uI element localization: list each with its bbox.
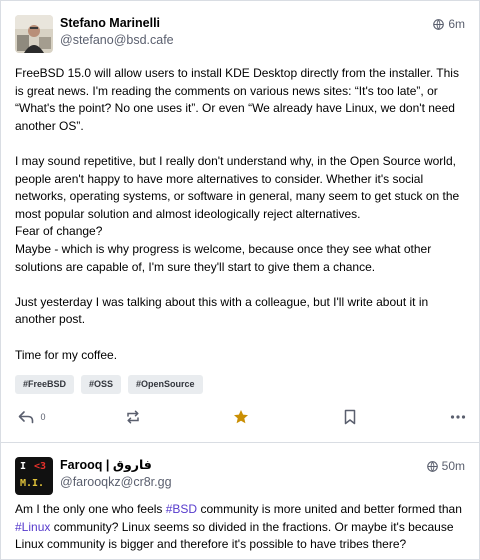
boost-icon bbox=[127, 410, 139, 424]
status-post[interactable]: I <3 M.I. Farooq | فاروق @farooqkz@cr8r.… bbox=[1, 443, 479, 560]
more-button[interactable] bbox=[447, 405, 469, 429]
hashtag-opensource[interactable]: #OpenSource bbox=[128, 375, 203, 394]
favourite-button[interactable] bbox=[231, 405, 251, 429]
timeline: Stefano Marinelli @stefano@bsd.cafe 6m F… bbox=[0, 0, 480, 560]
star-icon bbox=[234, 410, 248, 424]
paragraph: Just yesterday I was talking about this … bbox=[15, 294, 429, 327]
bookmark-button[interactable] bbox=[340, 405, 360, 429]
avatar-text: <3 bbox=[34, 461, 47, 472]
more-icon bbox=[450, 415, 466, 419]
globe-icon bbox=[426, 460, 438, 472]
paragraph: FreeBSD 15.0 will allow users to install… bbox=[15, 66, 459, 133]
hashtag-bar: #FreeBSD #OSS #OpenSource bbox=[15, 375, 203, 394]
paragraph: Am I the only one who feels #BSD communi… bbox=[15, 501, 467, 554]
paragraph: Maybe - which is why progress is welcome… bbox=[15, 241, 432, 274]
author-names[interactable]: Farooq | فاروق @farooqkz@cr8r.gg bbox=[60, 457, 172, 495]
boost-button[interactable] bbox=[123, 405, 143, 429]
account-handle[interactable]: @farooqkz@cr8r.gg bbox=[60, 474, 172, 491]
reply-icon bbox=[19, 411, 34, 424]
status-header: I <3 M.I. Farooq | فاروق @farooqkz@cr8r.… bbox=[15, 457, 465, 495]
status-post[interactable]: Stefano Marinelli @stefano@bsd.cafe 6m F… bbox=[1, 0, 479, 443]
status-content: FreeBSD 15.0 will allow users to install… bbox=[15, 65, 467, 364]
text-run: Am I the only one who feels bbox=[15, 502, 166, 516]
text-run: community? Linux seems so divided in the… bbox=[15, 519, 454, 552]
hashtag-oss[interactable]: #OSS bbox=[81, 375, 122, 394]
bookmark-icon bbox=[344, 409, 356, 425]
hashtag-link-linux[interactable]: #Linux bbox=[15, 520, 50, 534]
hashtag-link-bsd[interactable]: #BSD bbox=[166, 502, 197, 516]
avatar-text: M.I. bbox=[20, 478, 45, 489]
account-handle[interactable]: @stefano@bsd.cafe bbox=[60, 32, 174, 49]
avatar-text: I bbox=[20, 461, 27, 472]
paragraph: I may sound repetitive, but I really don… bbox=[15, 153, 460, 221]
display-name[interactable]: Farooq | فاروق bbox=[60, 457, 172, 474]
author-names[interactable]: Stefano Marinelli @stefano@bsd.cafe bbox=[60, 15, 174, 53]
action-bar: 0 bbox=[1, 405, 479, 429]
paragraph: Time for my coffee. bbox=[15, 347, 118, 362]
relative-time[interactable]: 50m bbox=[442, 459, 465, 473]
avatar[interactable] bbox=[15, 15, 53, 53]
display-name[interactable]: Stefano Marinelli bbox=[60, 15, 174, 32]
relative-time[interactable]: 6m bbox=[448, 17, 465, 31]
status-content: Am I the only one who feels #BSD communi… bbox=[15, 501, 467, 554]
globe-icon bbox=[433, 18, 445, 30]
avatar-image bbox=[15, 15, 53, 53]
status-header: Stefano Marinelli @stefano@bsd.cafe 6m bbox=[15, 15, 465, 53]
avatar[interactable]: I <3 M.I. bbox=[15, 457, 53, 495]
hashtag-freebsd[interactable]: #FreeBSD bbox=[15, 375, 75, 394]
reply-count: 0 bbox=[40, 412, 46, 422]
text-run: community is more united and better form… bbox=[197, 502, 462, 516]
paragraph: Fear of change? bbox=[15, 224, 103, 239]
status-meta: 6m bbox=[433, 17, 465, 31]
status-meta: 50m bbox=[426, 459, 465, 473]
reply-button[interactable]: 0 bbox=[17, 405, 47, 429]
